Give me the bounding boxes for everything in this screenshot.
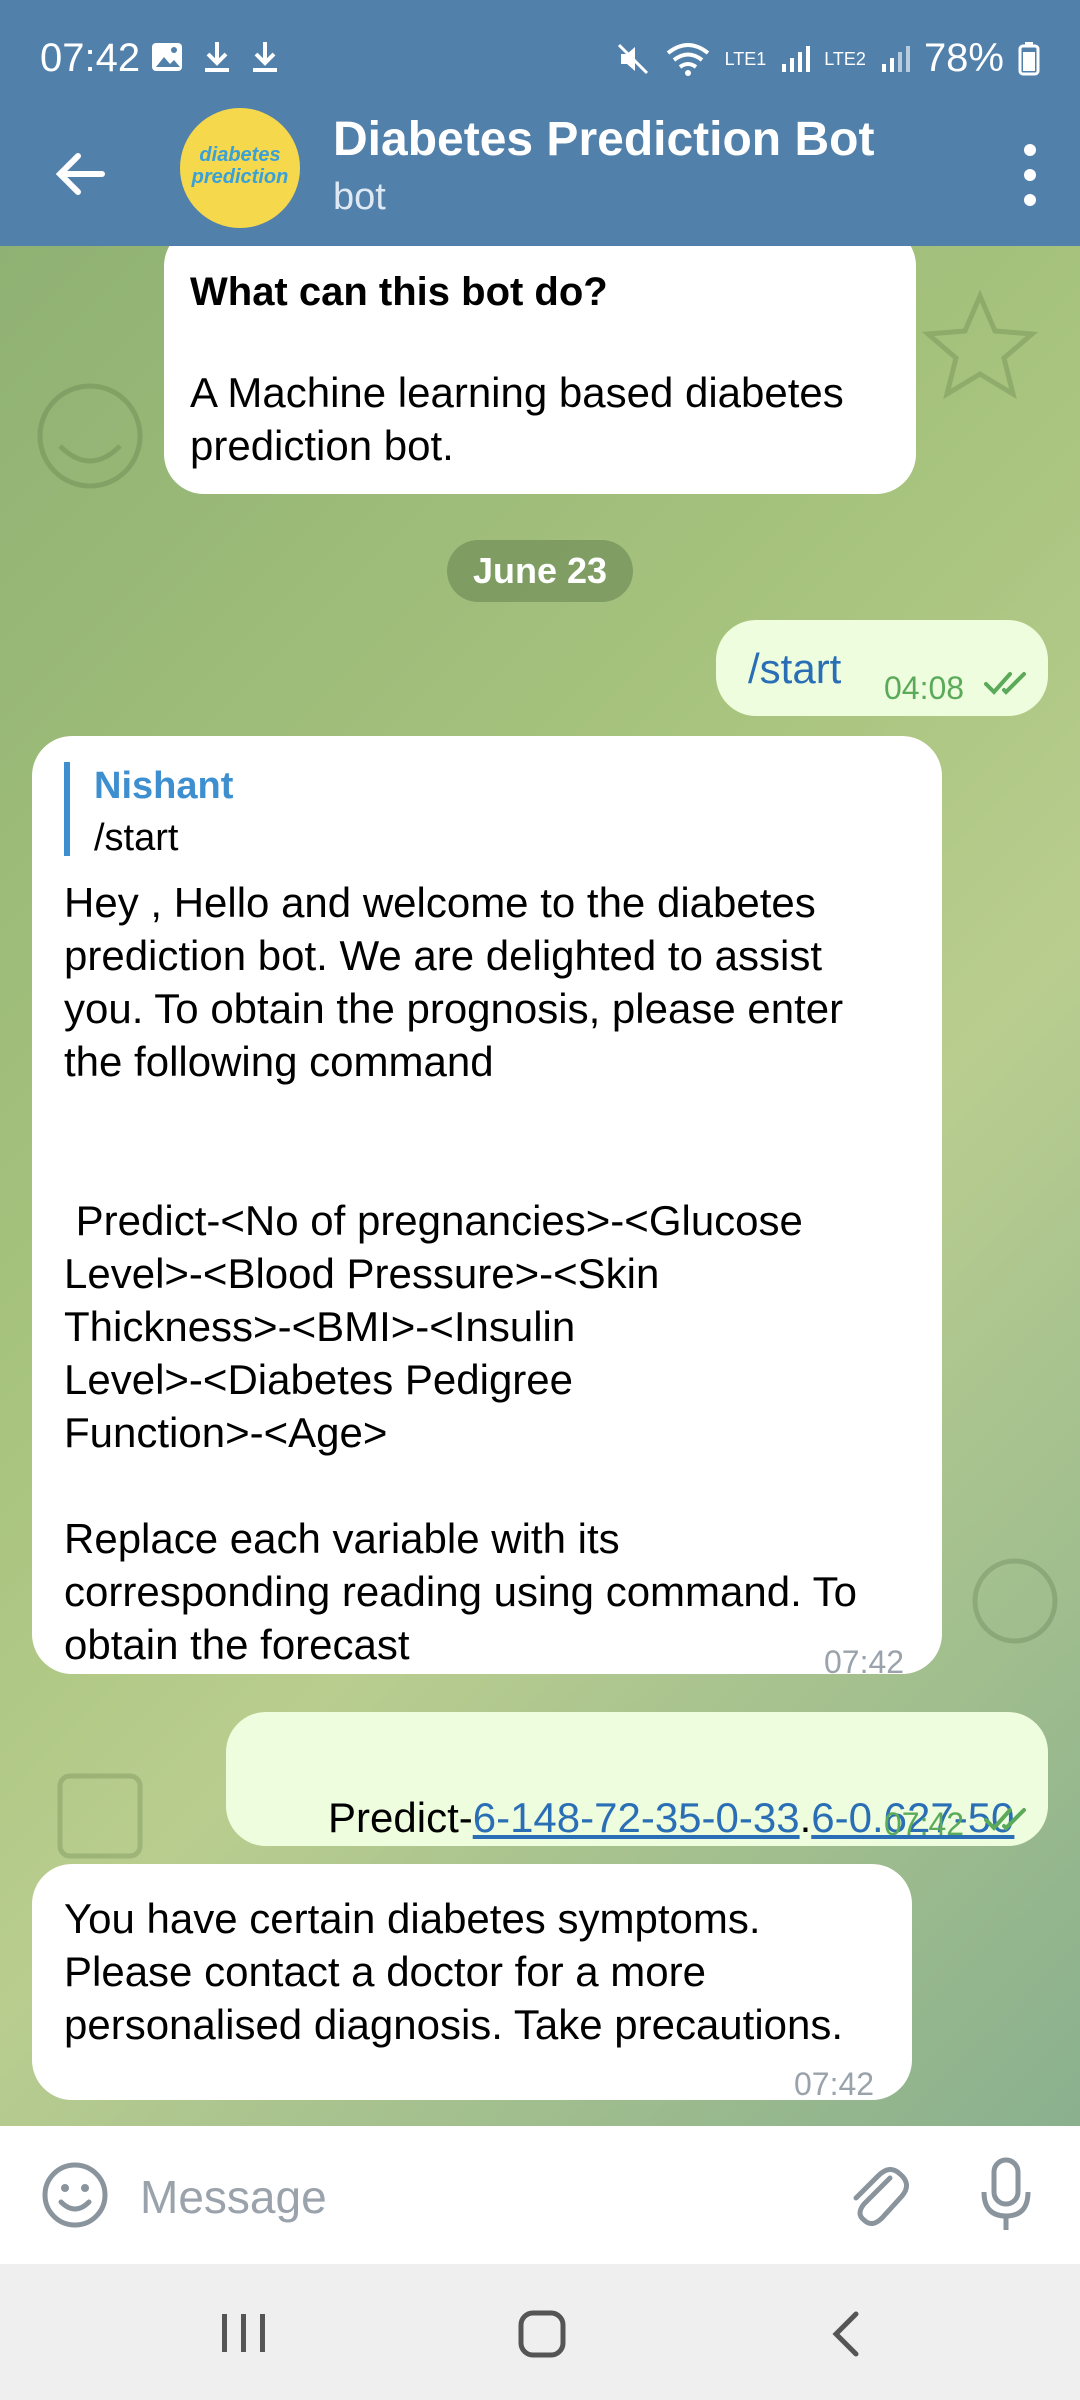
chat-area[interactable]: What can this bot do? A Machine learning… — [0, 246, 1080, 2126]
read-check-icon — [984, 1808, 1026, 1831]
message-line: Function>-<Age> — [64, 1409, 388, 1456]
command-dot: . — [799, 1794, 812, 1841]
chat-title[interactable]: Diabetes Prediction Bot — [333, 112, 874, 167]
message-line: the following command — [64, 1038, 494, 1085]
incoming-message[interactable]: Nishant /start Hey , Hello and welcome t… — [32, 736, 942, 1680]
download-icon — [253, 42, 277, 72]
reply-text: /start — [94, 817, 179, 859]
message-time: 07:42 — [794, 2066, 875, 2102]
message-time: 07:42 — [884, 1806, 965, 1842]
avatar-text-line1: diabetes — [199, 144, 281, 166]
command-prefix: Predict- — [328, 1794, 473, 1841]
wifi-icon — [666, 42, 709, 76]
message-time: 04:08 — [884, 670, 965, 706]
recent-apps-icon[interactable] — [216, 2310, 272, 2356]
battery-icon — [1018, 41, 1040, 75]
download-icon — [205, 42, 229, 72]
outgoing-message[interactable]: /start 04:08 — [716, 620, 1048, 716]
microphone-icon[interactable] — [976, 2156, 1036, 2236]
home-icon[interactable] — [516, 2308, 568, 2360]
status-time: 07:42 — [40, 36, 141, 80]
attach-icon[interactable] — [844, 2158, 910, 2232]
avatar-text-line2: prediction — [191, 166, 289, 188]
gallery-icon — [152, 43, 182, 71]
message-line: you. To obtain the prognosis, please ent… — [64, 985, 844, 1032]
back-arrow-icon[interactable] — [50, 144, 110, 204]
wallpaper-doodle-icon — [972, 1558, 1058, 1644]
system-navigation-bar — [0, 2264, 1080, 2400]
chat-subtitle: bot — [333, 176, 386, 218]
message-line: Level>-<Blood Pressure>-<Skin — [64, 1250, 660, 1297]
message-line: Replace each variable with its — [64, 1515, 620, 1562]
command-link[interactable]: 6-148-72-35-0-33 — [473, 1794, 800, 1841]
emoji-icon[interactable] — [40, 2160, 110, 2230]
message-line: Please contact a doctor for a more — [64, 1948, 706, 1995]
wallpaper-doodle-icon — [37, 383, 143, 489]
signal-icon — [881, 45, 910, 72]
sim2-label: LTE2 — [824, 48, 866, 69]
message-time: 07:42 — [824, 1644, 905, 1680]
incoming-message[interactable]: You have certain diabetes symptoms. Plea… — [32, 1864, 912, 2102]
message-line: Level>-<Diabetes Pedigree — [64, 1356, 574, 1403]
wallpaper-doodle-icon — [921, 289, 1039, 400]
sim1-label: LTE1 — [724, 48, 767, 69]
bot-intro-card: What can this bot do? A Machine learning… — [164, 246, 916, 494]
message-line: personalised diagnosis. Take precautions… — [64, 2001, 844, 2048]
message-input-bar: Message — [0, 2126, 1080, 2264]
message-line: Predict-<No of pregnancies>-<Glucose — [64, 1197, 803, 1244]
message-line: corresponding reading using command. To — [64, 1568, 858, 1615]
outgoing-message[interactable]: Predict-6-148-72-35-0-33.6-0.627-50 07:4… — [226, 1712, 1048, 1846]
mute-icon — [617, 43, 648, 74]
notification-icons — [150, 40, 280, 74]
message-text: /start — [748, 645, 842, 692]
message-line: You have certain diabetes symptoms. — [64, 1895, 761, 1942]
battery-percent: 78% — [923, 36, 1004, 80]
bot-intro-heading: What can this bot do? — [190, 270, 608, 314]
message-line: obtain the forecast — [64, 1621, 410, 1668]
date-chip: June 23 — [447, 540, 633, 602]
bot-intro-line1: A Machine learning based diabetes — [190, 369, 844, 416]
nav-back-icon[interactable] — [826, 2308, 866, 2360]
message-input[interactable]: Message — [140, 2170, 327, 2224]
message-line: prediction bot. We are delighted to assi… — [64, 932, 822, 979]
more-options-icon[interactable] — [1010, 140, 1050, 210]
message-line: Hey , Hello and welcome to the diabetes — [64, 879, 816, 926]
reply-quote[interactable]: Nishant /start — [64, 762, 470, 859]
message-line: Thickness>-<BMI>-<Insulin — [64, 1303, 576, 1350]
chat-header: diabetes prediction Diabetes Prediction … — [0, 100, 1080, 246]
bot-intro-line2: prediction bot. — [190, 422, 454, 469]
read-check-icon — [984, 672, 1026, 695]
reply-author: Nishant — [94, 765, 234, 807]
signal-icon — [782, 45, 811, 72]
bot-avatar[interactable]: diabetes prediction — [180, 108, 300, 228]
